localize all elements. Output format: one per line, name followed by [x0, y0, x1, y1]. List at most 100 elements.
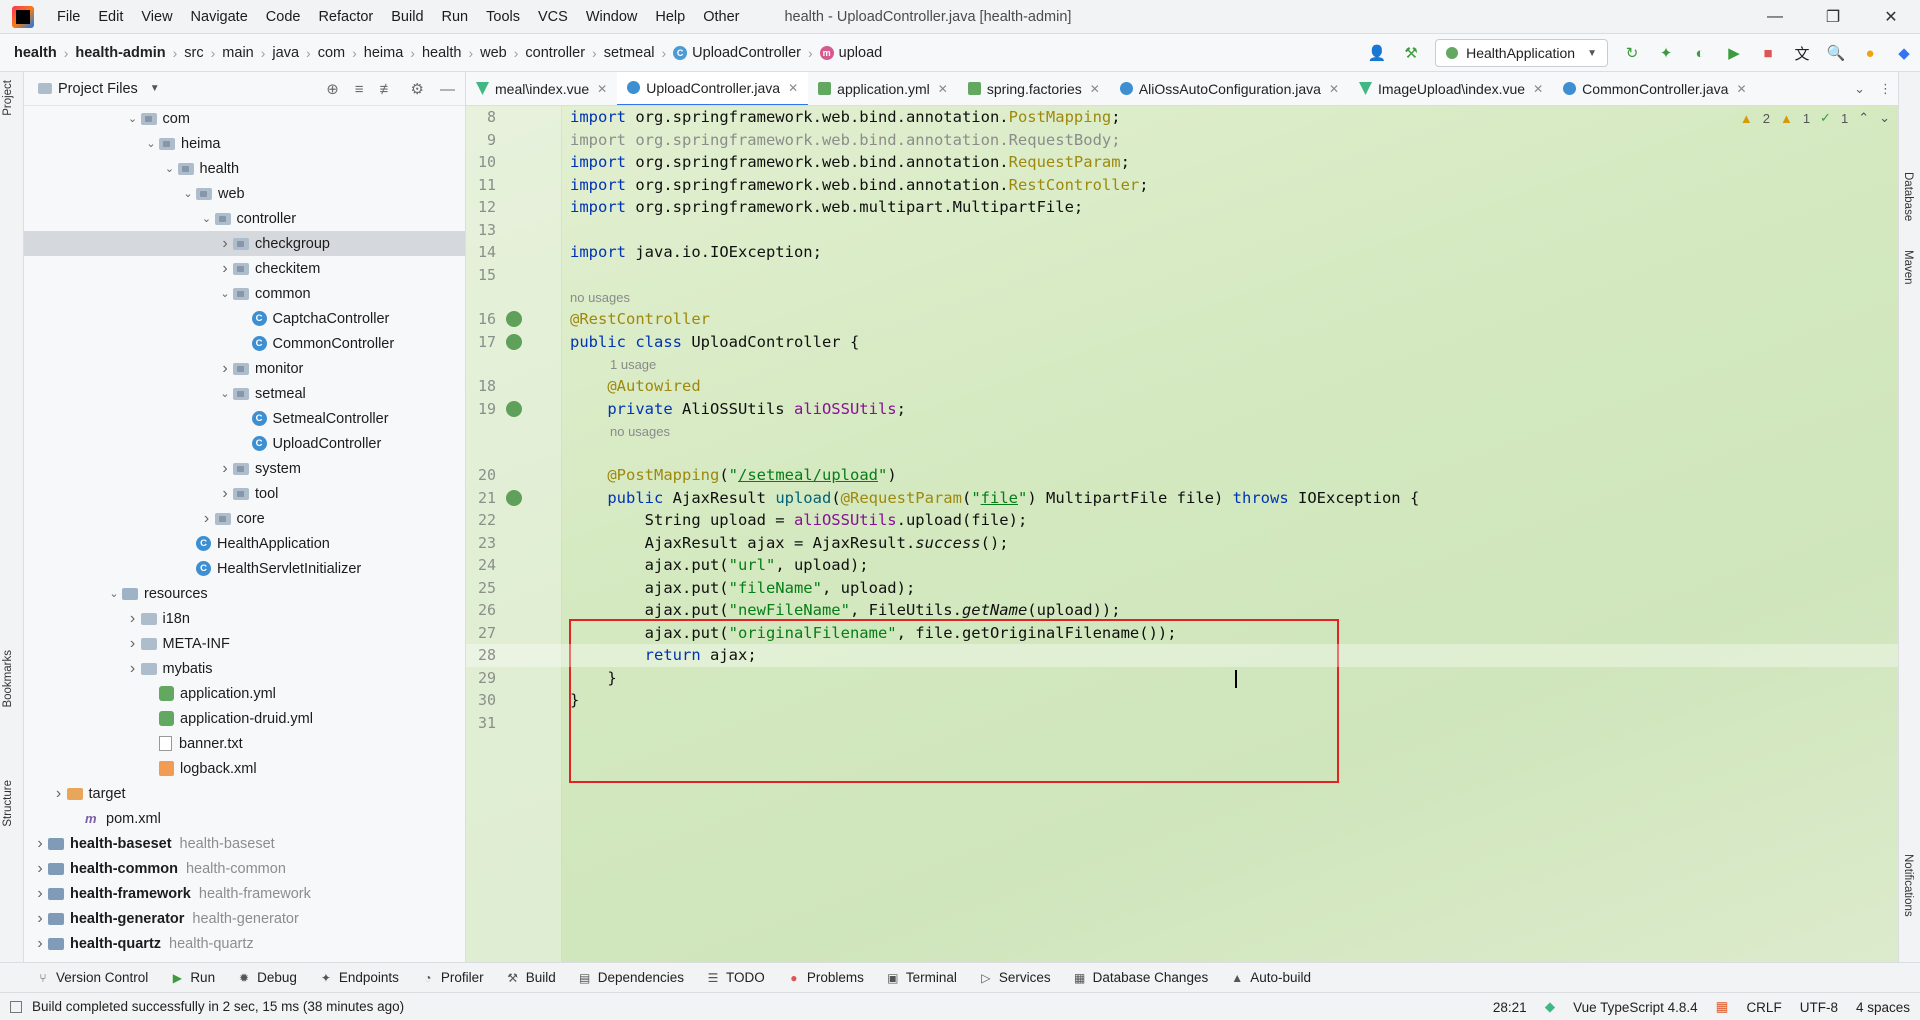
tree-row[interactable]: › META-INF	[24, 631, 465, 656]
collapsed-chevron-icon[interactable]: ›	[32, 885, 48, 903]
spring-bean-gutter-icon[interactable]	[506, 333, 522, 350]
collapsed-chevron-icon[interactable]: ›	[217, 485, 233, 503]
menu-item-window[interactable]: Window	[577, 0, 647, 34]
collapsed-chevron-icon[interactable]: ›	[125, 610, 141, 628]
profile-icon[interactable]: ▶	[1724, 43, 1744, 63]
gear-icon[interactable]: ⚙	[411, 80, 424, 98]
menu-item-tools[interactable]: Tools	[477, 0, 529, 34]
tree-row[interactable]: › health-baseset health-baseset	[24, 831, 465, 856]
editor-tab[interactable]: CommonController.java ✕	[1553, 72, 1756, 105]
collapsed-chevron-icon[interactable]: ›	[217, 360, 233, 378]
menu-item-help[interactable]: Help	[646, 0, 694, 34]
menu-item-edit[interactable]: Edit	[89, 0, 132, 34]
project-stripe-button[interactable]: Project	[2, 80, 14, 116]
collapse-all-icon[interactable]: ≢	[380, 81, 395, 98]
hammer-icon[interactable]: ⚒	[1401, 43, 1421, 63]
tree-row[interactable]: C SetmealController	[24, 406, 465, 431]
collapsed-chevron-icon[interactable]: ›	[51, 785, 67, 803]
jetbrains-icon[interactable]: ◆	[1894, 43, 1914, 63]
tree-row[interactable]: › health-quartz health-quartz	[24, 931, 465, 956]
toolwindow-database-changes[interactable]: ▦ Database Changes	[1073, 970, 1208, 985]
project-view-selector[interactable]: Project Files	[58, 81, 138, 97]
tree-row[interactable]: › health-framework health-framework	[24, 881, 465, 906]
collapsed-chevron-icon[interactable]: ›	[125, 660, 141, 678]
menu-item-vcs[interactable]: VCS	[529, 0, 577, 34]
toolwindow-build[interactable]: ⚒ Build	[506, 970, 555, 985]
debug-icon[interactable]: ✦	[1656, 43, 1676, 63]
tab-close-icon[interactable]: ✕	[1533, 82, 1543, 96]
tab-close-icon[interactable]: ✕	[597, 82, 607, 96]
rerun-icon[interactable]: ↻	[1622, 43, 1642, 63]
usage-hint[interactable]: no usages	[610, 424, 670, 439]
breadcrumb-item[interactable]: m upload	[816, 45, 887, 61]
tree-row[interactable]: C CommonController	[24, 331, 465, 356]
notifications-stripe-button[interactable]: Notifications	[1902, 854, 1914, 917]
spring-bean-gutter-icon[interactable]	[506, 311, 522, 327]
tab-list-chevron-icon[interactable]: ⌄	[1854, 81, 1865, 97]
tree-row[interactable]: › checkgroup	[24, 231, 465, 256]
menu-item-build[interactable]: Build	[382, 0, 432, 34]
breadcrumb-item[interactable]: health	[10, 45, 61, 61]
breadcrumb-item[interactable]: com	[314, 45, 349, 61]
collapsed-chevron-icon[interactable]: ›	[32, 835, 48, 853]
expanded-chevron-icon[interactable]: ⌄	[162, 162, 178, 175]
toolwindow-services[interactable]: ▷ Services	[979, 970, 1050, 985]
tree-row[interactable]: application-druid.yml	[24, 706, 465, 731]
editor-tab[interactable]: spring.factories ✕	[958, 72, 1110, 105]
menu-item-code[interactable]: Code	[257, 0, 310, 34]
update-icon[interactable]: ●	[1860, 43, 1880, 63]
tree-row[interactable]: › health-common health-common	[24, 856, 465, 881]
database-stripe-button[interactable]: Database	[1902, 172, 1914, 221]
usage-hint[interactable]: 1 usage	[610, 357, 656, 372]
editor-tab[interactable]: ImageUpload\index.vue ✕	[1349, 72, 1553, 105]
collapsed-chevron-icon[interactable]: ›	[32, 935, 48, 953]
tree-row[interactable]: C CaptchaController	[24, 306, 465, 331]
tab-close-icon[interactable]: ✕	[1090, 82, 1100, 96]
breadcrumb-item[interactable]: web	[476, 45, 511, 61]
breadcrumb-item[interactable]: health	[418, 45, 466, 61]
expanded-chevron-icon[interactable]: ⌄	[217, 287, 233, 300]
collapsed-chevron-icon[interactable]: ›	[125, 635, 141, 653]
tree-row[interactable]: › core	[24, 506, 465, 531]
hide-icon[interactable]: —	[440, 81, 455, 98]
toolwindow-profiler[interactable]: ◔ Profiler	[421, 970, 483, 985]
tree-row[interactable]: ⌄ heima	[24, 131, 465, 156]
chevron-down-icon[interactable]: ▼	[150, 83, 160, 94]
collapsed-chevron-icon[interactable]: ›	[32, 860, 48, 878]
spring-bean-gutter-icon[interactable]	[506, 400, 522, 417]
collapsed-chevron-icon[interactable]: ›	[199, 510, 215, 528]
breadcrumb-item[interactable]: C UploadController	[669, 45, 805, 61]
menu-item-navigate[interactable]: Navigate	[182, 0, 257, 34]
file-encoding[interactable]: UTF-8	[1800, 1000, 1838, 1015]
tree-row[interactable]: › target	[24, 781, 465, 806]
language-service[interactable]: Vue TypeScript 4.8.4	[1573, 1000, 1698, 1015]
tree-row[interactable]: ⌄ resources	[24, 581, 465, 606]
more-options-icon[interactable]: ⋮	[1879, 81, 1892, 97]
toolwindow-debug[interactable]: ✹ Debug	[237, 970, 297, 985]
caret-position[interactable]: 28:21	[1493, 1000, 1527, 1015]
breadcrumb-item[interactable]: src	[180, 45, 207, 61]
code-editor[interactable]: ▲ 2 ▲ 1 ✓ 1 ⌃ ⌄ 8 import org.springframew…	[466, 106, 1898, 962]
expand-all-icon[interactable]: ≡	[355, 81, 364, 98]
tree-row[interactable]: banner.txt	[24, 731, 465, 756]
tree-row[interactable]: ⌄ controller	[24, 206, 465, 231]
expanded-chevron-icon[interactable]: ⌄	[106, 587, 122, 600]
tree-row[interactable]: C UploadController	[24, 431, 465, 456]
expanded-chevron-icon[interactable]: ⌄	[180, 187, 196, 200]
spring-bean-gutter-icon[interactable]	[506, 489, 522, 506]
toolwindow-run[interactable]: ▶ Run	[170, 970, 215, 985]
breadcrumb-item[interactable]: setmeal	[600, 45, 659, 61]
menu-item-view[interactable]: View	[132, 0, 181, 34]
run-config-selector[interactable]: HealthApplication ▼	[1435, 39, 1608, 67]
toolwindow-endpoints[interactable]: ✦ Endpoints	[319, 970, 399, 985]
coverage-icon[interactable]: ◐	[1690, 43, 1710, 63]
breadcrumb-item[interactable]: heima	[360, 45, 408, 61]
locate-icon[interactable]: ⊕	[326, 80, 339, 98]
tree-row[interactable]: ⌄ com	[24, 106, 465, 131]
tree-row[interactable]: › i18n	[24, 606, 465, 631]
status-message[interactable]: Build completed successfully in 2 sec, 1…	[32, 999, 404, 1014]
tree-row[interactable]: › health-generator health-generator	[24, 906, 465, 931]
collapsed-chevron-icon[interactable]: ›	[32, 910, 48, 928]
close-icon[interactable]: ✕	[1862, 0, 1920, 34]
breadcrumb-item[interactable]: main	[218, 45, 257, 61]
